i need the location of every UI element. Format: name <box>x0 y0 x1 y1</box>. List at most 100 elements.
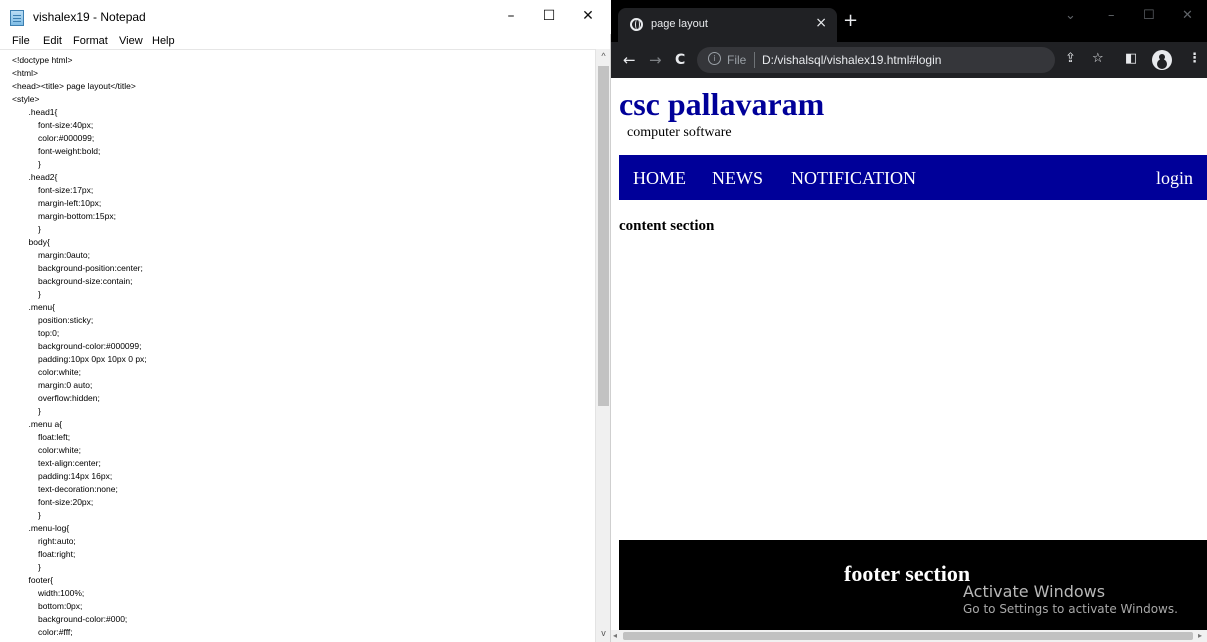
notepad-vertical-scrollbar[interactable]: ^ v <box>595 49 610 642</box>
chrome-window: page layout × + ⌄ – ☐ ✕ ← → C i File D:/… <box>611 0 1207 642</box>
nav-link-home[interactable]: HOME <box>633 168 686 188</box>
code-line: <html> <box>12 68 38 78</box>
content-section: content section <box>619 218 715 234</box>
code-line: text-decoration:none; <box>12 484 118 494</box>
code-line: background-size:contain; <box>12 276 133 286</box>
code-line: color:#000099; <box>12 133 95 143</box>
code-line: .head1{ <box>12 107 58 117</box>
notepad-window: vishalex19 - Notepad – ☐ ✕ File Edit For… <box>0 0 611 642</box>
site-subtitle: computer software <box>627 125 732 140</box>
notepad-titlebar[interactable]: vishalex19 - Notepad – ☐ ✕ <box>0 0 611 34</box>
code-line: background-color:#000099; <box>12 341 142 351</box>
code-line: padding:10px 0px 10px 0 px; <box>12 354 147 364</box>
nav-link-news[interactable]: NEWS <box>712 168 763 188</box>
activate-windows-subtitle: Go to Settings to activate Windows. <box>963 602 1178 616</box>
browser-toolbar: ← → C i File D:/vishalsql/vishalex19.htm… <box>611 42 1207 78</box>
code-line: font-size:20px; <box>12 497 94 507</box>
scroll-left-arrow-icon[interactable]: ◂ <box>613 630 617 642</box>
code-line: width:100%; <box>12 588 85 598</box>
menu-dots-icon[interactable]: ⋮ <box>1188 51 1201 66</box>
code-line: font-size:17px; <box>12 185 94 195</box>
tab-close-icon[interactable]: × <box>815 15 827 31</box>
code-line: background-color:#000; <box>12 614 128 624</box>
tab-page-layout[interactable]: page layout × <box>618 8 837 42</box>
menu-edit[interactable]: Edit <box>43 34 62 49</box>
globe-icon <box>630 18 643 31</box>
side-panel-icon[interactable]: ◧ <box>1125 51 1137 66</box>
code-line: .head2{ <box>12 172 58 182</box>
scroll-down-arrow-icon[interactable]: v <box>596 628 611 640</box>
code-line: <!doctype html> <box>12 55 73 65</box>
notepad-menubar: File Edit Format View Help <box>0 34 611 49</box>
code-line: top:0; <box>12 328 60 338</box>
notepad-title: vishalex19 - Notepad <box>33 10 146 24</box>
code-line: float:right; <box>12 549 76 559</box>
address-separator <box>754 52 755 68</box>
code-line: margin:0 auto; <box>12 380 93 390</box>
code-line: } <box>12 224 41 234</box>
forward-arrow-icon[interactable]: → <box>649 51 662 69</box>
new-tab-button[interactable]: + <box>843 12 858 30</box>
scroll-right-arrow-icon[interactable]: ▸ <box>1198 630 1202 642</box>
code-line: <head><title> page layout</title> <box>12 81 136 91</box>
code-line: margin-bottom:15px; <box>12 211 116 221</box>
back-arrow-icon[interactable]: ← <box>623 51 636 69</box>
browser-minimize-button[interactable]: – <box>1108 8 1115 23</box>
tab-search-chevron-icon[interactable]: ⌄ <box>1065 8 1076 23</box>
nav-link-notification[interactable]: NOTIFICATION <box>791 168 916 188</box>
address-bar[interactable]: i File D:/vishalsql/vishalex19.html#logi… <box>697 47 1055 73</box>
info-icon[interactable]: i <box>708 52 721 65</box>
code-line: float:left; <box>12 432 71 442</box>
site-nav-menu: HOME NEWS NOTIFICATION login <box>619 155 1207 200</box>
code-line: body{ <box>12 237 50 247</box>
code-line: color:white; <box>12 367 81 377</box>
menu-help[interactable]: Help <box>152 34 175 49</box>
bookmark-star-icon[interactable]: ☆ <box>1092 51 1104 66</box>
code-line: font-weight:bold; <box>12 146 101 156</box>
code-line: position:sticky; <box>12 315 94 325</box>
menu-file[interactable]: File <box>12 34 30 49</box>
url-text[interactable]: D:/vishalsql/vishalex19.html#login <box>762 53 941 67</box>
code-line: .menu-log{ <box>12 523 70 533</box>
code-line: margin:0auto; <box>12 250 90 260</box>
share-icon[interactable]: ⇪ <box>1065 51 1076 66</box>
page-horizontal-scrollbar[interactable]: ◂ ▸ <box>611 630 1207 642</box>
code-line: } <box>12 406 41 416</box>
source-code: <!doctype html> <html> <head><title> page … <box>12 54 147 639</box>
profile-avatar-icon[interactable] <box>1152 50 1172 70</box>
code-line: .menu a{ <box>12 419 63 429</box>
code-line: } <box>12 289 41 299</box>
close-button[interactable]: ✕ <box>568 4 608 28</box>
site-title: csc pallavaram <box>619 86 825 122</box>
nav-link-login[interactable]: login <box>1156 168 1193 188</box>
code-line: text-align:center; <box>12 458 101 468</box>
code-line: padding:14px 16px; <box>12 471 113 481</box>
horizontal-scrollbar-thumb[interactable] <box>623 632 1193 640</box>
scrollbar-thumb[interactable] <box>598 66 609 406</box>
activate-windows-title: Activate Windows <box>963 582 1106 601</box>
footer-text: footer section <box>844 561 971 586</box>
code-line: color:white; <box>12 445 81 455</box>
web-page-viewport: csc pallavaram computer software HOME NE… <box>611 78 1207 630</box>
maximize-button[interactable]: ☐ <box>529 4 569 28</box>
menu-view[interactable]: View <box>119 34 143 49</box>
code-line: font-size:40px; <box>12 120 94 130</box>
scheme-label: File <box>727 53 747 67</box>
minimize-button[interactable]: – <box>491 4 531 28</box>
code-line: <style> <box>12 94 40 104</box>
reload-icon[interactable]: C <box>675 51 685 69</box>
code-line: bottom:0px; <box>12 601 83 611</box>
code-line: overflow:hidden; <box>12 393 100 403</box>
menu-format[interactable]: Format <box>73 34 108 49</box>
tab-strip: page layout × + ⌄ – ☐ ✕ <box>611 0 1207 42</box>
code-line: } <box>12 562 41 572</box>
browser-close-button[interactable]: ✕ <box>1182 8 1193 23</box>
notepad-app-icon <box>10 10 24 26</box>
tab-title: page layout <box>651 18 708 30</box>
notepad-text-area[interactable]: <!doctype html> <html> <head><title> page … <box>0 49 595 642</box>
code-line: right:auto; <box>12 536 76 546</box>
code-line: } <box>12 510 41 520</box>
code-line: background-position:center; <box>12 263 143 273</box>
browser-maximize-button[interactable]: ☐ <box>1143 8 1155 23</box>
scroll-up-arrow-icon[interactable]: ^ <box>596 51 611 63</box>
